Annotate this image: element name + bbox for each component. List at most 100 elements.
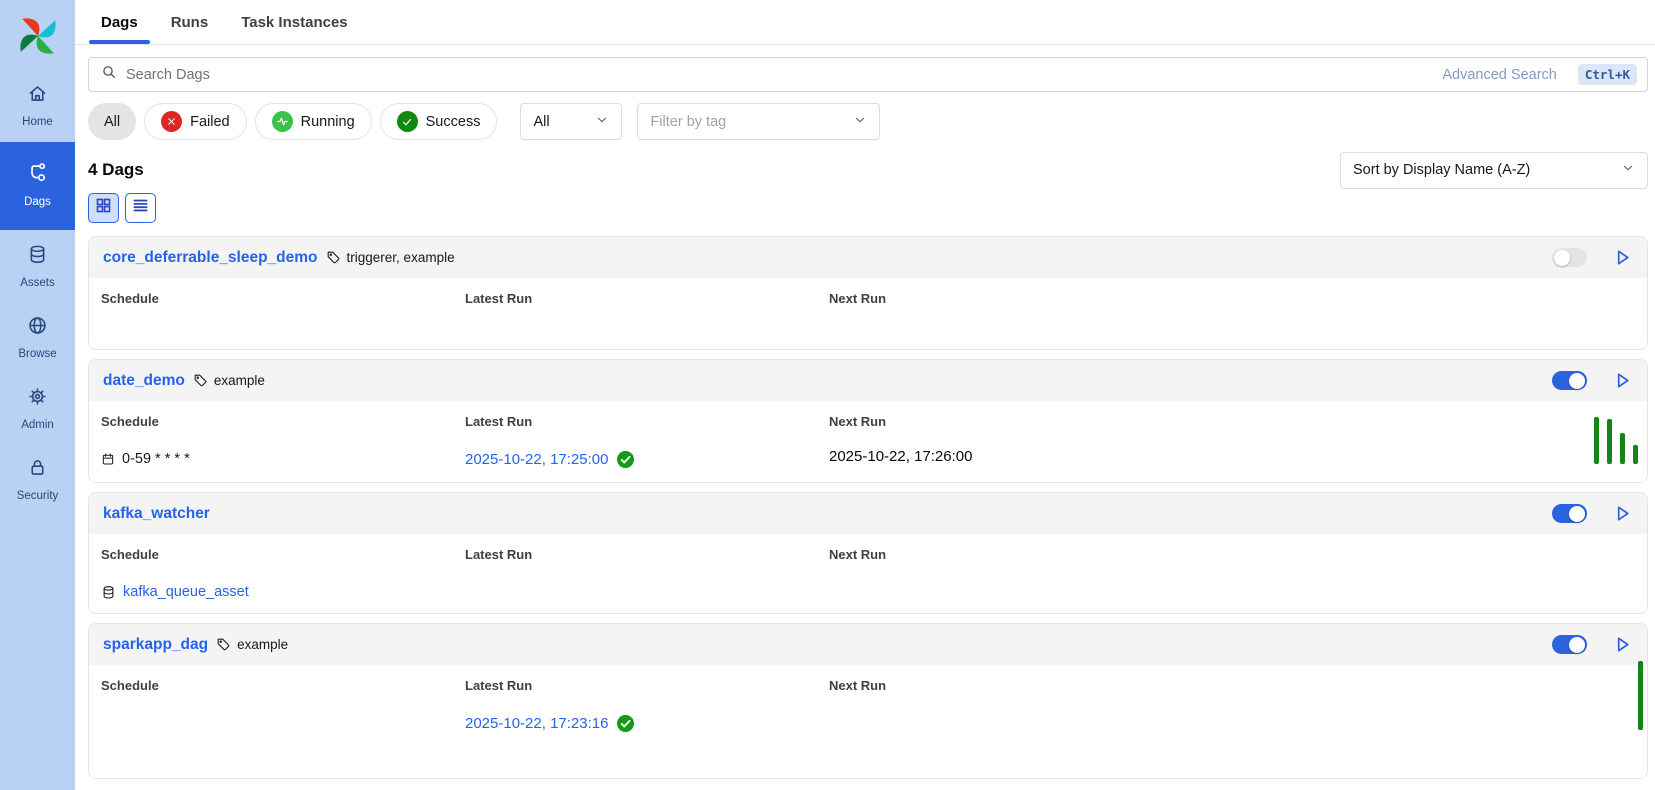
search-box[interactable]: Advanced Search Ctrl+K [88, 57, 1648, 92]
run-bar[interactable] [1594, 417, 1599, 464]
sidebar: Home Dags Assets Browse Admin [0, 0, 75, 790]
filter-pill-all[interactable]: All [88, 103, 136, 140]
dag-name-link[interactable]: sparkapp_dag [103, 636, 208, 654]
browse-icon [27, 315, 48, 341]
dag-pause-toggle[interactable] [1552, 248, 1587, 267]
tab-runs[interactable]: Runs [159, 0, 221, 44]
tab-dags[interactable]: Dags [89, 0, 150, 44]
latest-run-link[interactable]: 2025-10-22, 17:23:16 [465, 715, 608, 732]
tag-list-text: example [214, 373, 265, 388]
running-state-icon [272, 111, 293, 132]
play-icon [1613, 248, 1632, 267]
play-icon [1613, 635, 1632, 654]
success-check-icon [617, 451, 634, 468]
airflow-logo-icon[interactable] [15, 13, 61, 59]
sidebar-nav: Home Dags Assets Browse Admin [0, 71, 75, 516]
card-view-button[interactable] [88, 193, 119, 223]
latest-run-value [465, 581, 829, 603]
sort-select[interactable]: Sort by Display Name (A-Z) [1340, 152, 1648, 189]
latest-run-link[interactable]: 2025-10-22, 17:25:00 [465, 451, 608, 468]
sidebar-item-admin[interactable]: Admin [0, 374, 75, 443]
latest-run-value: 2025-10-22, 17:25:00 [465, 448, 829, 470]
sidebar-item-label: Browse [18, 348, 56, 360]
top-tabs: Dags Runs Task Instances [75, 0, 1655, 45]
dag-card-list: core_deferrable_sleep_demo triggerer, ex… [88, 236, 1648, 779]
run-bar[interactable] [1607, 419, 1612, 464]
chevron-down-icon [1621, 161, 1635, 179]
sidebar-item-dags[interactable]: Dags [0, 142, 75, 230]
latest-run-value: 2025-10-22, 17:23:16 [465, 712, 829, 734]
run-history-chart [1594, 417, 1638, 464]
dag-pause-toggle[interactable] [1552, 504, 1587, 523]
next-run-column-label: Next Run [829, 547, 1635, 562]
failed-state-icon [161, 111, 182, 132]
run-bar[interactable] [1638, 661, 1643, 730]
filter-pill-success[interactable]: Success [380, 103, 498, 140]
sidebar-item-assets[interactable]: Assets [0, 232, 75, 301]
search-input[interactable] [126, 67, 1433, 83]
latest-run-column-label: Latest Run [465, 678, 829, 693]
sidebar-item-home[interactable]: Home [0, 71, 75, 140]
security-icon [27, 457, 48, 483]
dag-card: core_deferrable_sleep_demo triggerer, ex… [88, 236, 1648, 350]
dag-tags: triggerer, example [326, 250, 455, 265]
play-icon [1613, 504, 1632, 523]
dag-tags: example [216, 637, 288, 652]
dag-pause-toggle[interactable] [1552, 371, 1587, 390]
tag-list-text: triggerer, example [347, 250, 455, 265]
dag-tags: example [193, 373, 265, 388]
grid-view-icon [95, 197, 112, 219]
tag-filter-select[interactable]: Filter by tag [637, 103, 880, 140]
sidebar-item-label: Admin [21, 419, 54, 431]
trigger-dag-button[interactable] [1611, 503, 1633, 525]
dag-name-link[interactable]: core_deferrable_sleep_demo [103, 249, 318, 267]
trigger-dag-button[interactable] [1611, 370, 1633, 392]
dag-card-header: core_deferrable_sleep_demo triggerer, ex… [89, 237, 1647, 278]
sidebar-item-security[interactable]: Security [0, 445, 75, 514]
dag-name-link[interactable]: date_demo [103, 372, 185, 390]
success-state-icon [397, 111, 418, 132]
dag-name-link[interactable]: kafka_watcher [103, 505, 210, 523]
filter-pill-failed[interactable]: Failed [144, 103, 247, 140]
calendar-icon [101, 452, 115, 466]
filter-pill-running[interactable]: Running [255, 103, 372, 140]
shortcut-badge: Ctrl+K [1578, 64, 1637, 85]
table-view-button[interactable] [125, 193, 156, 223]
next-run-column-label: Next Run [829, 678, 1635, 693]
sidebar-item-label: Home [22, 116, 53, 128]
schedule-value [101, 325, 465, 347]
latest-run-column-label: Latest Run [465, 414, 829, 429]
next-run-value [829, 712, 1635, 734]
dags-icon [27, 162, 49, 189]
latest-run-value [465, 325, 829, 347]
sidebar-item-browse[interactable]: Browse [0, 303, 75, 372]
tab-task-instances[interactable]: Task Instances [229, 0, 359, 44]
success-check-icon [617, 715, 634, 732]
schedule-asset-link[interactable]: kafka_queue_asset [123, 584, 249, 600]
latest-run-column-label: Latest Run [465, 291, 829, 306]
paused-filter-select[interactable]: All [520, 103, 622, 140]
schedule-column-label: Schedule [101, 414, 465, 429]
dag-card-header: sparkapp_dag example [89, 624, 1647, 665]
run-bar[interactable] [1633, 445, 1638, 464]
search-row: Advanced Search Ctrl+K [88, 57, 1648, 92]
tag-icon [326, 250, 341, 265]
dag-card: date_demo example Schedule Latest Run Ne… [88, 359, 1648, 483]
schedule-column-label: Schedule [101, 547, 465, 562]
chevron-down-icon [595, 113, 609, 131]
run-bar[interactable] [1620, 433, 1625, 464]
schedule-value: kafka_queue_asset [101, 581, 465, 603]
trigger-dag-button[interactable] [1611, 247, 1633, 269]
next-run-column-label: Next Run [829, 414, 1635, 429]
list-view-icon [132, 197, 149, 219]
tag-icon [216, 637, 231, 652]
dag-pause-toggle[interactable] [1552, 635, 1587, 654]
dag-card: sparkapp_dag example Schedule Latest Run… [88, 623, 1648, 779]
sidebar-item-label: Security [17, 490, 59, 502]
advanced-search-link[interactable]: Advanced Search [1442, 67, 1556, 83]
next-run-column-label: Next Run [829, 291, 1635, 306]
latest-run-column-label: Latest Run [465, 547, 829, 562]
trigger-dag-button[interactable] [1611, 634, 1633, 656]
dag-card-header: kafka_watcher [89, 493, 1647, 534]
next-run-value [829, 325, 1635, 347]
